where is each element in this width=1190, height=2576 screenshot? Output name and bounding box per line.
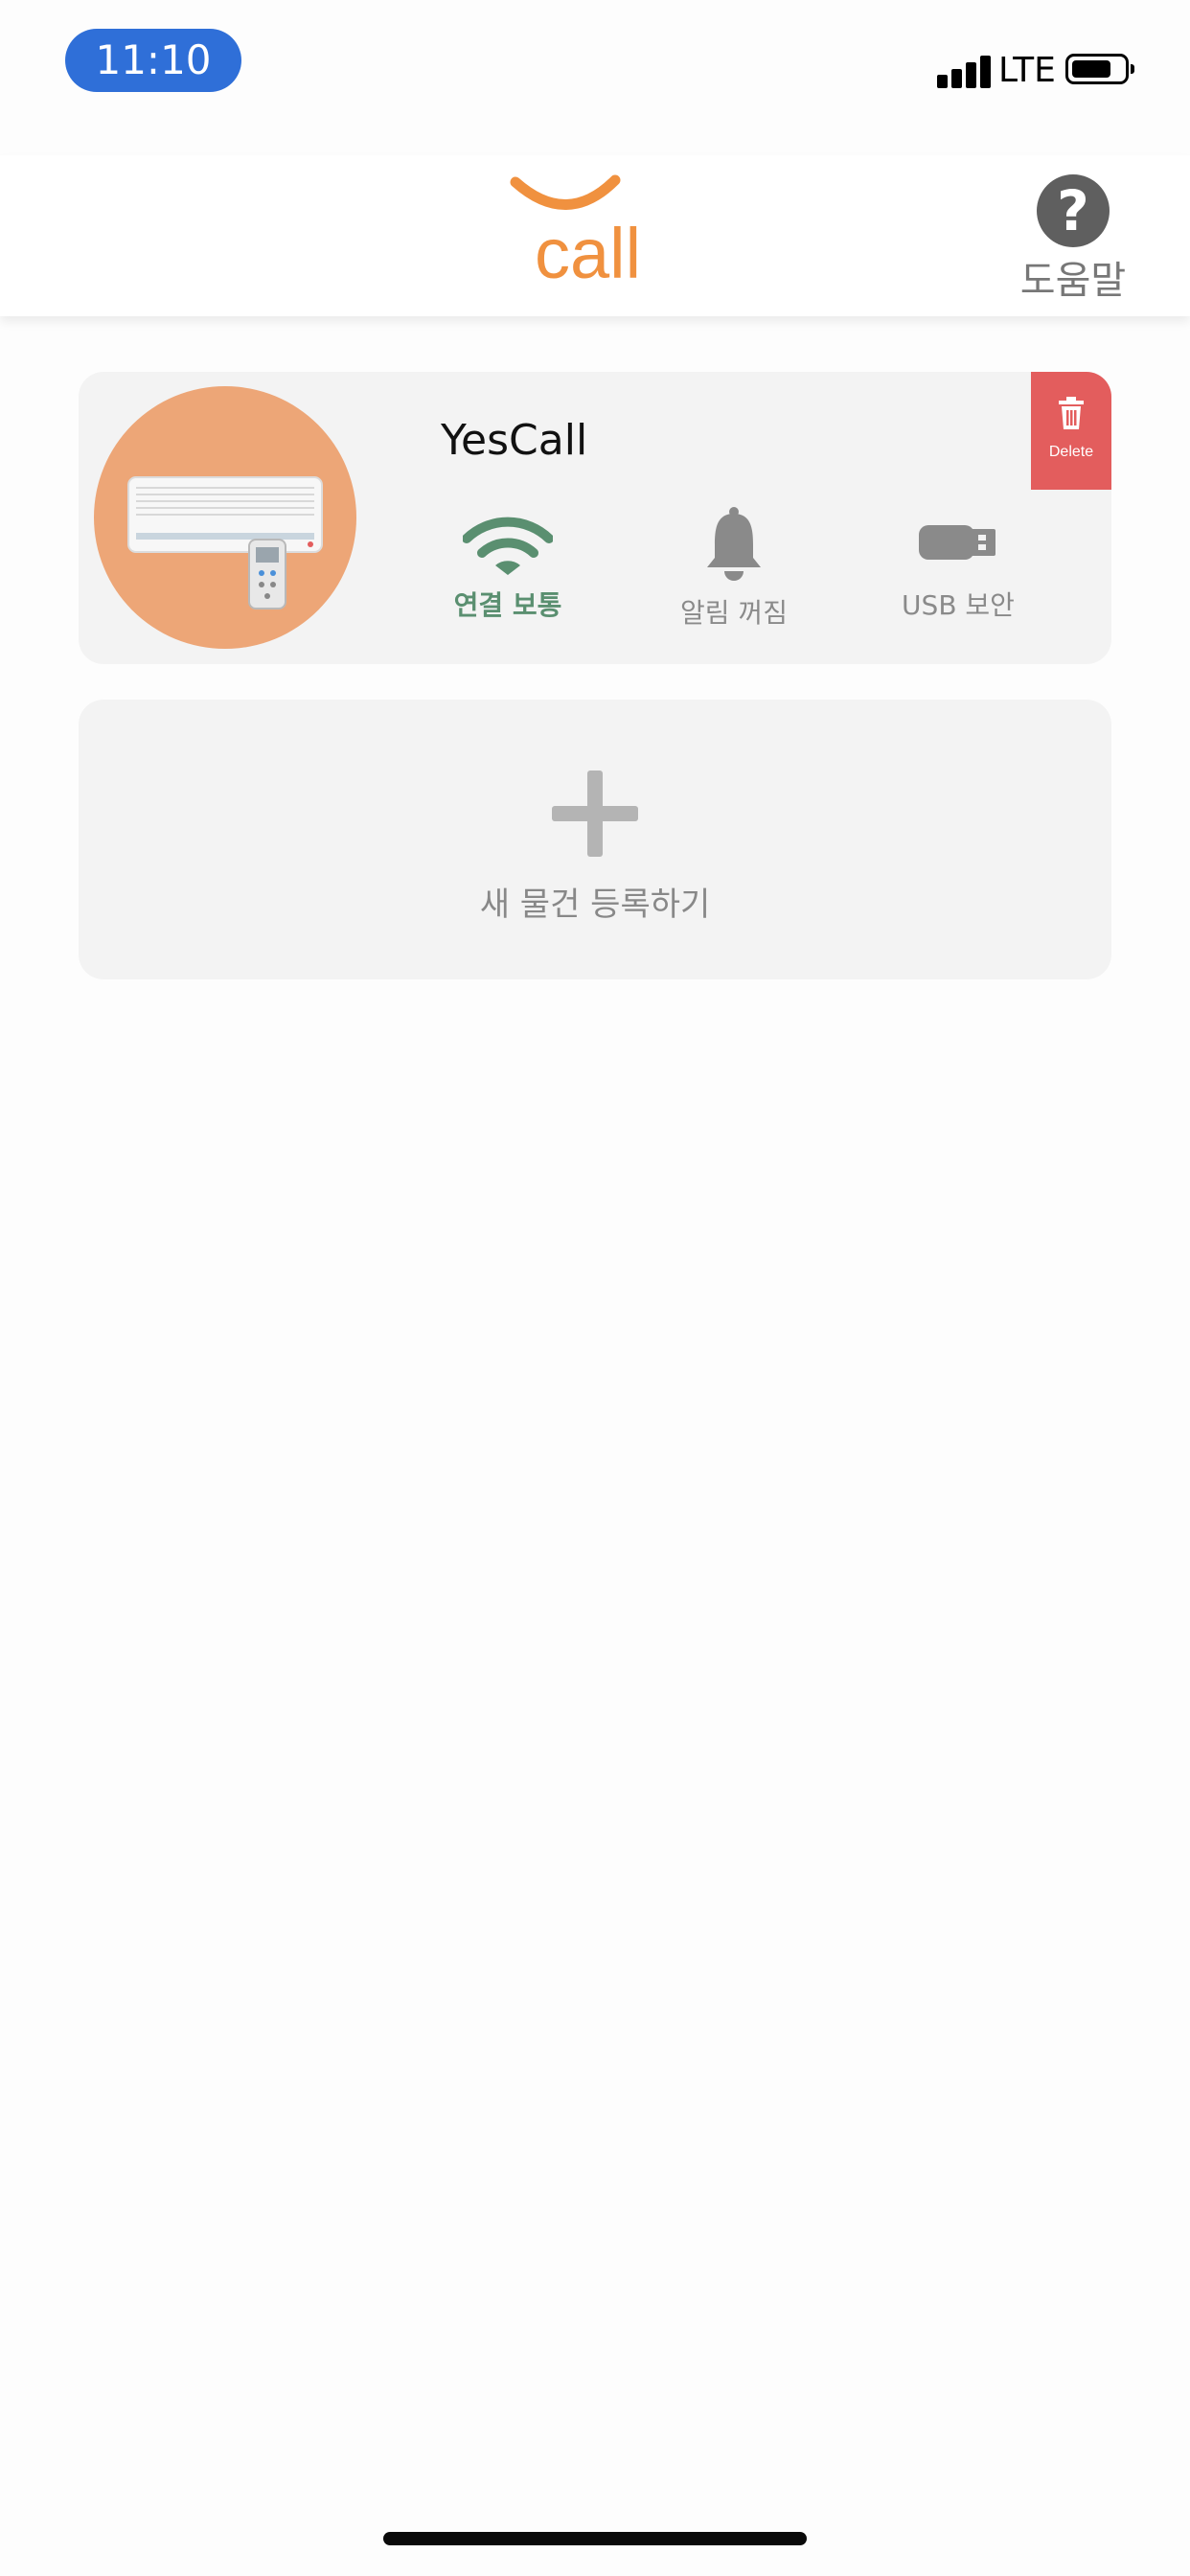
add-item-button[interactable]: 새 물건 등록하기 xyxy=(79,700,1111,979)
help-button[interactable]: ? 도움말 xyxy=(1006,172,1140,307)
usb-status-label: USB 보안 xyxy=(902,589,1015,621)
app-logo: call xyxy=(510,174,641,289)
status-bar: 11:10 LTE xyxy=(0,0,1190,144)
logo-text: call xyxy=(535,214,641,289)
trash-icon xyxy=(1059,397,1084,429)
plus-icon xyxy=(552,770,638,857)
delete-label: Delete xyxy=(1048,444,1094,460)
network-type: LTE xyxy=(998,51,1056,90)
help-label: 도움말 xyxy=(1019,259,1127,303)
app-header: call ? 도움말 xyxy=(0,155,1190,316)
air-conditioner-icon xyxy=(94,386,356,649)
question-circle-icon: ? xyxy=(1037,174,1110,247)
delete-button[interactable]: Delete xyxy=(1031,372,1111,490)
add-item-label: 새 물건 등록하기 xyxy=(479,886,711,924)
bell-icon xyxy=(707,507,761,581)
wifi-icon xyxy=(463,517,553,575)
notification-status[interactable]: 알림 꺼짐 xyxy=(648,507,820,640)
home-indicator[interactable] xyxy=(383,2532,807,2545)
status-time[interactable]: 11:10 xyxy=(65,29,241,92)
connection-status-label: 연결 보통 xyxy=(453,589,562,621)
signal-icon xyxy=(937,54,993,88)
device-name: YesCall xyxy=(441,416,588,465)
battery-icon xyxy=(1065,54,1134,84)
usb-status[interactable]: USB 보안 xyxy=(872,516,1044,640)
device-card[interactable]: YesCall Delete 연결 보통 알림 꺼짐 USB 보안 xyxy=(79,372,1111,664)
notification-status-label: 알림 꺼짐 xyxy=(680,597,788,629)
usb-icon xyxy=(919,525,995,560)
connection-status[interactable]: 연결 보통 xyxy=(422,516,594,640)
